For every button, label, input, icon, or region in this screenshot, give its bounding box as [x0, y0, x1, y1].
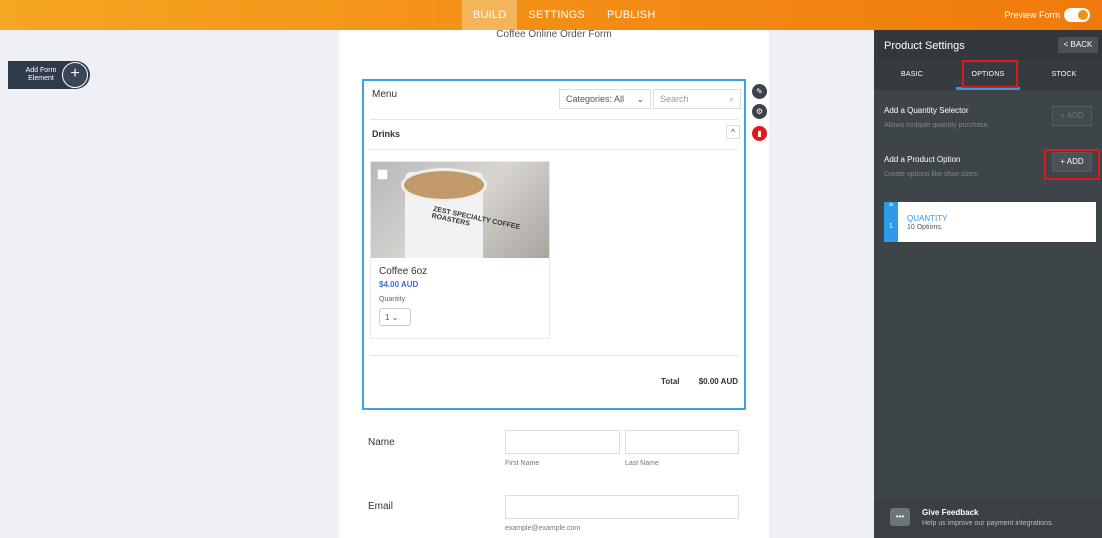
- give-feedback[interactable]: ••• Give Feedback Help us improve our pa…: [874, 500, 1102, 538]
- first-name-sublabel: First Name: [505, 460, 540, 467]
- email-sublabel: example@example.com: [505, 525, 581, 532]
- feedback-subtitle: Help us improve our payment integrations…: [922, 520, 1054, 527]
- category-select[interactable]: Categories: All ⌄: [559, 89, 651, 109]
- product-option-title: Add a Product Option: [884, 155, 961, 164]
- menu-lines-icon: ≡: [888, 202, 894, 209]
- add-option-highlight: [1044, 149, 1100, 180]
- product-image: ZEST SPECIALTY COFFEE ROASTERS: [371, 162, 549, 258]
- search-icon: ⌕: [728, 94, 734, 104]
- quantity-label: Quantity: [379, 296, 406, 303]
- form-title[interactable]: Coffee Online Order Form: [339, 30, 769, 40]
- gear-icon[interactable]: ⚙: [752, 104, 767, 119]
- quantity-selector-subtitle: Allows multiple quantity purchase.: [884, 122, 990, 129]
- chevron-down-icon: ⌄: [636, 94, 644, 104]
- add-form-element-button[interactable]: Add Form Element +: [8, 61, 90, 89]
- product-price: $4.00 AUD: [379, 280, 419, 289]
- first-name-input[interactable]: [505, 430, 620, 454]
- panel-title: Product Settings: [884, 40, 965, 52]
- search-input[interactable]: Search ⌕: [653, 89, 741, 109]
- divider: [370, 355, 738, 356]
- trash-icon[interactable]: ▮: [752, 126, 767, 141]
- tab-settings[interactable]: SETTINGS: [517, 0, 596, 30]
- name-field-label: Name: [368, 437, 395, 448]
- product-settings-panel: Product Settings < BACK BASIC OPTIONS ST…: [874, 30, 1102, 538]
- quantity-value: 1: [385, 313, 390, 322]
- category-select-value: Categories: All: [566, 94, 625, 104]
- email-field-label: Email: [368, 501, 394, 512]
- divider: [370, 149, 738, 150]
- chevron-down-icon: ⌄: [391, 313, 399, 322]
- quantity-select[interactable]: 1 ⌄: [379, 308, 411, 326]
- latte-art-shape: [401, 168, 487, 202]
- search-placeholder: Search: [660, 94, 689, 104]
- last-name-input[interactable]: [625, 430, 739, 454]
- plus-icon[interactable]: +: [62, 62, 88, 88]
- preview-form: Preview Form: [1004, 8, 1090, 22]
- preview-toggle[interactable]: [1064, 8, 1090, 22]
- top-nav: BUILD SETTINGS PUBLISH: [462, 0, 667, 30]
- menu-label: Menu: [372, 89, 398, 100]
- option-card-subtitle: 10 Options.: [907, 224, 943, 231]
- product-list-element[interactable]: Menu Categories: All ⌄ Search ⌕ Drinks ^…: [362, 79, 746, 410]
- tab-basic[interactable]: BASIC: [874, 60, 950, 90]
- back-button[interactable]: < BACK: [1058, 37, 1098, 53]
- product-name: Coffee 6oz: [379, 266, 428, 277]
- add-quantity-selector-button[interactable]: + ADD: [1052, 106, 1092, 126]
- option-index: 1: [889, 223, 893, 230]
- top-bar: BUILD SETTINGS PUBLISH Preview Form: [0, 0, 1102, 30]
- group-label: Drinks: [372, 129, 401, 139]
- options-tab-highlight: [962, 60, 1018, 88]
- divider: [370, 119, 738, 120]
- product-checkbox[interactable]: [377, 169, 388, 180]
- tab-stock[interactable]: STOCK: [1026, 60, 1102, 90]
- collapse-chevron-icon[interactable]: ^: [726, 125, 740, 139]
- last-name-sublabel: Last Name: [625, 460, 659, 467]
- tab-build[interactable]: BUILD: [462, 0, 518, 30]
- total-label: Total: [661, 377, 680, 386]
- option-card-title: QUANTITY: [907, 214, 948, 223]
- tab-publish[interactable]: PUBLISH: [596, 0, 666, 30]
- feedback-title: Give Feedback: [922, 508, 979, 517]
- total-value: $0.00 AUD: [698, 377, 738, 386]
- panel-header: Product Settings < BACK: [874, 30, 1102, 60]
- product-option-subtitle: Create options like shoe sizes.: [884, 171, 979, 178]
- quantity-selector-title: Add a Quantity Selector: [884, 106, 969, 115]
- chat-bubble-icon: •••: [890, 508, 910, 526]
- preview-form-label: Preview Form: [1004, 10, 1060, 20]
- quantity-option-card[interactable]: ≡ 1 QUANTITY 10 Options.: [884, 202, 1096, 242]
- add-form-element-label: Add Form Element: [25, 67, 57, 82]
- drag-handle[interactable]: ≡ 1: [884, 202, 898, 242]
- email-input[interactable]: [505, 495, 739, 519]
- product-card[interactable]: ZEST SPECIALTY COFFEE ROASTERS Coffee 6o…: [370, 161, 550, 339]
- wand-icon[interactable]: ✎: [752, 84, 767, 99]
